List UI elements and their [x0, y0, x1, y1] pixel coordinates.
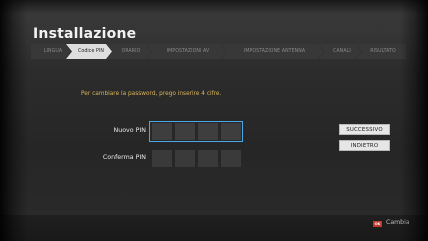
confirm-pin-digit-2[interactable] — [175, 150, 195, 167]
step-label: IMPOSTAZIONE ANTENNA — [243, 48, 306, 54]
wizard-steps: LINGUA Codice PIN ORARIO IMPOSTAZIONI AV… — [31, 44, 406, 59]
page-title: Installazione — [33, 26, 137, 42]
step-impostazioni-av[interactable]: IMPOSTAZIONI AV — [146, 44, 226, 59]
new-pin-digit-1[interactable] — [152, 123, 172, 140]
step-canali[interactable]: CANALI — [319, 44, 361, 59]
confirm-pin-label: Conferma PIN — [102, 154, 146, 161]
step-label: CANALI — [333, 48, 351, 54]
step-risultato[interactable]: RISULTATO — [356, 44, 406, 59]
new-pin-digit-2[interactable] — [175, 123, 195, 140]
pin-instructions: Per cambiare la password, prego inserire… — [81, 91, 222, 97]
step-label: LINGUA — [43, 48, 63, 54]
back-button[interactable]: INDIETRO — [339, 140, 390, 151]
step-label: IMPOSTAZIONI AV — [166, 48, 210, 54]
confirm-pin-digit-3[interactable] — [198, 150, 218, 167]
change-action-label: Cambia — [386, 219, 410, 226]
confirm-pin-digit-1[interactable] — [152, 150, 172, 167]
step-impostazione-antenna[interactable]: IMPOSTAZIONE ANTENNA — [221, 44, 324, 59]
step-label: Codice PIN — [78, 48, 104, 54]
new-pin-label: Nuovo PIN — [113, 127, 147, 134]
step-label: RISULTATO — [370, 48, 396, 54]
footer-bar — [0, 215, 428, 241]
new-pin-digit-4[interactable] — [221, 123, 241, 140]
step-lingua[interactable]: LINGUA — [31, 44, 71, 59]
next-button[interactable]: SUCCESSIVO — [339, 124, 390, 135]
step-codice-pin[interactable]: Codice PIN — [66, 44, 112, 59]
step-orario[interactable]: ORARIO — [107, 44, 151, 59]
ok-key-icon: OK — [373, 221, 382, 227]
confirm-pin-digit-4[interactable] — [221, 150, 241, 167]
new-pin-digit-3[interactable] — [198, 123, 218, 140]
step-label: ORARIO — [121, 48, 141, 54]
